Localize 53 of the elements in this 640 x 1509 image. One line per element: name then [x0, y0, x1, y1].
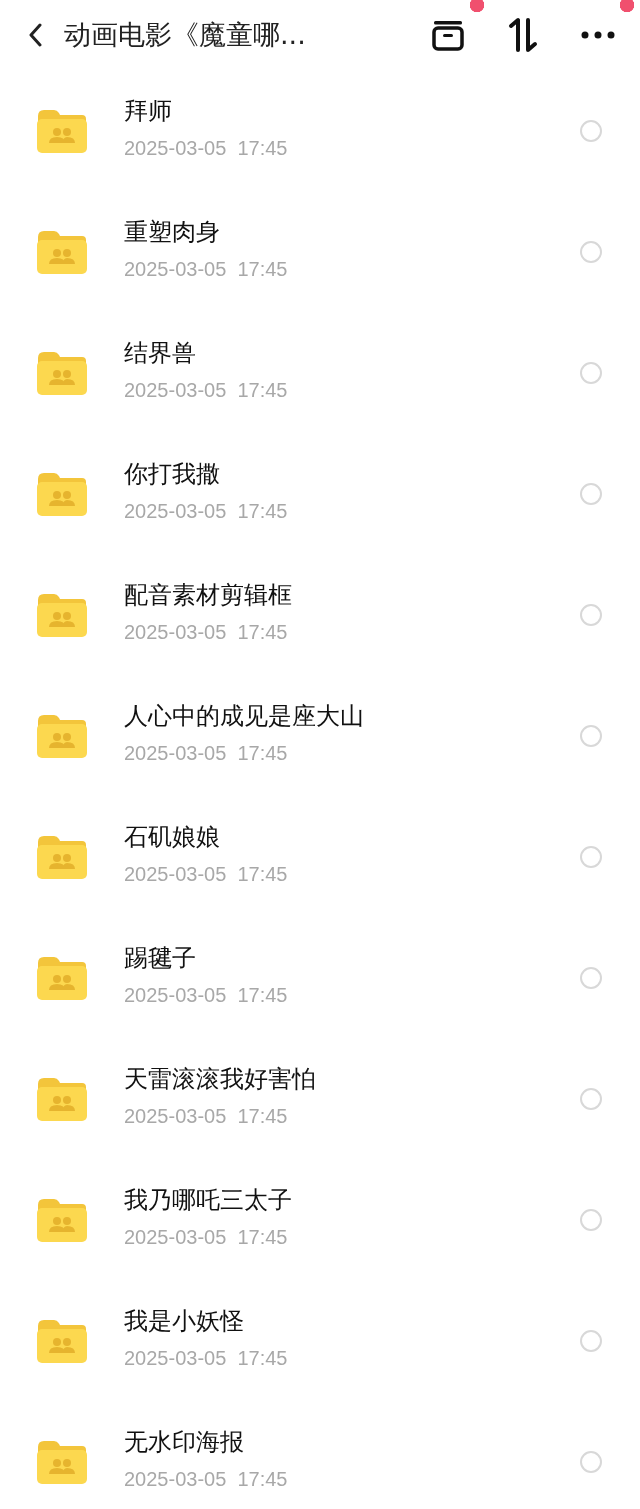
folder-name[interactable]: 配音素材剪辑框 [124, 579, 580, 611]
folder-name[interactable]: 石矶娘娘 [124, 821, 580, 853]
folder-name[interactable]: 拜师 [124, 95, 580, 127]
folder-name[interactable]: 人心中的成见是座大山 [124, 700, 580, 732]
folder-date: 2025-03-05 17:45 [124, 1468, 289, 1491]
folder-name[interactable]: 重塑肉身 [124, 216, 580, 248]
folder-date: 2025-03-05 17:45 [124, 137, 289, 160]
shared-folder-icon [36, 954, 88, 1001]
folder-name[interactable]: 结界兽 [124, 337, 580, 369]
folder-name[interactable]: 踢毽子 [124, 942, 580, 974]
folder-date: 2025-03-05 17:45 [124, 1105, 289, 1128]
more-icon [581, 31, 615, 39]
shared-folder-icon [36, 1075, 88, 1122]
select-radio[interactable] [580, 1450, 602, 1473]
select-radio[interactable] [580, 845, 602, 868]
select-radio[interactable] [580, 1329, 602, 1352]
select-radio[interactable] [580, 482, 602, 505]
shared-folder-icon [36, 833, 88, 880]
folder-name[interactable]: 我乃哪吒三太子 [124, 1184, 580, 1216]
folder-date: 2025-03-05 17:45 [124, 258, 289, 281]
archive-icon [431, 19, 465, 51]
folder-date: 2025-03-05 17:45 [124, 621, 289, 644]
shared-folder-icon [36, 470, 88, 517]
folder-name[interactable]: 你打我撒 [124, 458, 580, 490]
folder-date: 2025-03-05 17:45 [124, 379, 289, 402]
folder-date: 2025-03-05 17:45 [124, 500, 289, 523]
page-title: 动画电影《魔童哪... [64, 18, 307, 52]
folder-name[interactable]: 无水印海报 [124, 1426, 580, 1458]
shared-folder-icon [36, 591, 88, 638]
shared-folder-icon [36, 1196, 88, 1243]
shared-folder-icon [36, 349, 88, 396]
select-radio[interactable] [580, 240, 602, 263]
sort-icon [507, 17, 539, 53]
folder-name[interactable]: 我是小妖怪 [124, 1305, 580, 1337]
select-radio[interactable] [580, 966, 602, 989]
select-radio[interactable] [580, 361, 602, 384]
shared-folder-icon [36, 228, 88, 275]
shared-folder-icon [36, 107, 88, 154]
shared-folder-icon [36, 712, 88, 759]
folder-date: 2025-03-05 17:45 [124, 984, 289, 1007]
folder-date: 2025-03-05 17:45 [124, 1347, 289, 1370]
folder-date: 2025-03-05 17:45 [124, 742, 289, 765]
folder-date: 2025-03-05 17:45 [124, 863, 289, 886]
select-radio[interactable] [580, 724, 602, 747]
select-radio[interactable] [580, 119, 602, 142]
back-icon[interactable] [28, 23, 42, 47]
folder-name[interactable]: 天雷滚滚我好害怕 [124, 1063, 580, 1095]
select-radio[interactable] [580, 603, 602, 626]
select-radio[interactable] [580, 1208, 602, 1231]
shared-folder-icon [36, 1317, 88, 1364]
shared-folder-icon [36, 1438, 88, 1485]
folder-date: 2025-03-05 17:45 [124, 1226, 289, 1249]
select-radio[interactable] [580, 1087, 602, 1110]
